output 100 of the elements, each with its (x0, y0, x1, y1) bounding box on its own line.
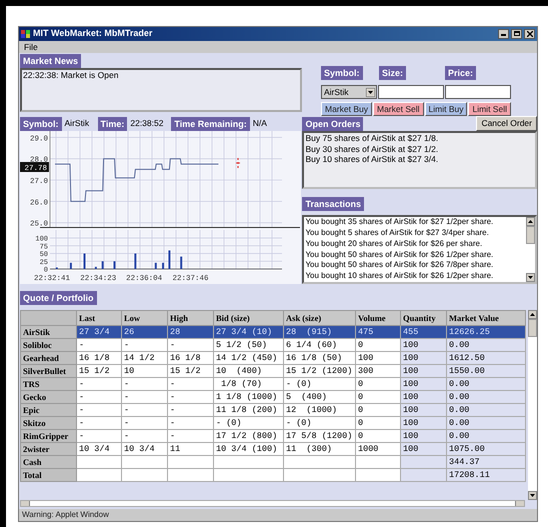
column-header[interactable]: Volume (356, 310, 400, 326)
row-header: Gecko (20, 390, 76, 404)
order-button[interactable]: Market Buy (321, 102, 372, 116)
price-field[interactable] (445, 85, 511, 100)
order-button[interactable]: Limit Buy (424, 102, 468, 116)
down-arrow-icon (528, 276, 533, 280)
order-text[interactable]: Buy 30 shares of AirStik at $27 1/2. (305, 144, 534, 154)
table-cell: 10 3/4 (124, 444, 155, 454)
volume-bar (70, 263, 72, 270)
table-cell: 6 1/4 (60) (286, 340, 338, 350)
table-cell: 16 1/8 (79, 353, 110, 364)
minimize-button[interactable] (498, 28, 509, 39)
close-button[interactable] (524, 28, 535, 39)
table-cell: 17 5/8 (1200) (286, 431, 352, 442)
up-arrow-icon (528, 220, 533, 224)
size-field[interactable] (378, 85, 444, 100)
table-cell: 0 (358, 379, 364, 390)
maximize-button[interactable] (511, 28, 522, 39)
volume-bar (180, 256, 182, 270)
table-cell: - (79, 418, 84, 428)
column-header[interactable]: Market Value (446, 310, 526, 326)
table-cell: 14 1/2 (124, 353, 155, 364)
time-remaining-value: N/A (252, 117, 267, 130)
field-label: Time: (98, 116, 128, 131)
table-cell: 1 1/8 (1000) (216, 392, 278, 402)
up-arrow-icon (530, 313, 535, 316)
table-cell: 16 1/8 (170, 353, 201, 364)
table-cell: 1075.00 (449, 444, 485, 454)
scroll-thumb[interactable] (528, 319, 537, 338)
table-cell: 5 (400) (286, 392, 327, 402)
row-header: SilverBullet (20, 364, 76, 378)
table-cell: 1000 (358, 444, 378, 454)
volume-bar (134, 254, 136, 270)
column-header[interactable]: Bid (size) (214, 310, 284, 326)
table-cell: 11 1/8 (200) (216, 405, 278, 416)
table-cell: - (170, 431, 176, 442)
table-cell: 26 (124, 327, 134, 338)
status-text: Warning: Applet Window (22, 509, 109, 521)
scroll-up-button[interactable] (526, 217, 535, 226)
transaction-text: You bought 35 shares of AirStik for $27 1/2per share. (305, 217, 494, 228)
menu-item[interactable]: File (24, 40, 38, 54)
scrollbar[interactable] (526, 217, 535, 282)
table-cell: - (170, 392, 176, 402)
table-cell: 0.00 (449, 392, 470, 402)
table-cell: 100 (403, 418, 418, 428)
row-header: Epic (20, 404, 76, 417)
table-cell: - (124, 431, 130, 442)
table-cell: 1612.50 (449, 353, 485, 364)
table-cell: 5 1/2 (50) (216, 340, 268, 350)
order-button[interactable]: Market Sell (373, 102, 424, 116)
scroll-down-button[interactable] (528, 491, 537, 500)
order-text[interactable]: Buy 75 shares of AirStik at $27 1/8. (305, 133, 534, 144)
table-cell: 11 (170, 444, 180, 454)
field-label: Size: (379, 66, 406, 80)
column-header[interactable]: Last (76, 310, 122, 326)
price-marker-icon (236, 158, 240, 168)
volume-bar (102, 262, 104, 270)
table-cell: - (170, 340, 176, 350)
table-cell: 0 (358, 392, 364, 402)
order-button[interactable]: Limit Sell (468, 102, 511, 116)
table-cell: 100 (403, 366, 418, 376)
volume-bar (168, 250, 170, 270)
scroll-thumb[interactable] (526, 226, 535, 244)
table-cell: 10 (400) (216, 366, 262, 376)
cancel-order-button[interactable]: Cancel Order (476, 116, 537, 132)
order-text[interactable]: Buy 10 shares of AirStik at $27 3/4. (305, 154, 534, 165)
table-cell: - (79, 392, 84, 402)
column-header[interactable]: Low (122, 310, 168, 326)
table-cell: 15 1/2 (1200) (286, 366, 352, 376)
transaction-text: You bought 5 shares of AirStik for $27 3/4per share. (305, 228, 490, 239)
field-label: Price: (445, 66, 476, 80)
table-cell: 100 (403, 444, 418, 454)
table-cell: - (124, 379, 130, 390)
volume-bar (154, 263, 157, 270)
volume-bar (162, 263, 164, 270)
time-value: 22:38:52 (130, 117, 164, 130)
row-header: Cash (20, 456, 76, 469)
table-cell: - (79, 340, 84, 350)
scroll-up-button[interactable] (528, 310, 537, 320)
column-header[interactable]: Quantity (400, 310, 446, 326)
panel-title: Market News (20, 54, 82, 68)
row-header: 2wister (20, 442, 76, 456)
column-header[interactable]: Ask (size) (284, 310, 356, 326)
table-cell: 0.00 (449, 431, 470, 442)
table-cell: 0.00 (449, 340, 470, 350)
volume-bar (113, 262, 116, 270)
table-cell: 100 (403, 353, 418, 364)
table-cell: 100 (358, 353, 374, 364)
symbol-dropdown[interactable]: AirStik (321, 85, 377, 100)
corner-cell (20, 310, 76, 326)
table-cell: 12 (1000) (286, 405, 338, 416)
scroll-down-button[interactable] (526, 273, 535, 282)
row-header: AirStik (20, 326, 76, 339)
scrollbar[interactable] (528, 310, 537, 500)
table-cell: 100 (403, 379, 418, 390)
down-arrow-icon (530, 494, 535, 498)
table-cell: - (79, 405, 84, 416)
table-cell: - (170, 379, 176, 390)
column-header[interactable]: High (168, 310, 214, 326)
table-cell: 475 (358, 327, 374, 338)
